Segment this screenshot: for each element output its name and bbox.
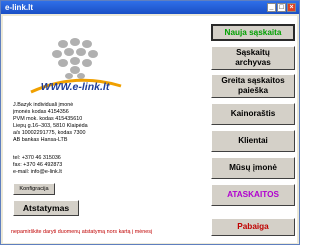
- pabaiga-button[interactable]: Pabaiga: [211, 218, 295, 236]
- maximize-icon[interactable]: □: [277, 3, 286, 12]
- nauja-saskaita-button[interactable]: Nauja sąskaita: [211, 24, 295, 41]
- klientai-button[interactable]: Klientai: [211, 130, 295, 152]
- kainorastis-button[interactable]: Kainoraštis: [211, 103, 295, 125]
- main-panel: WWW.e-link.lt J.Bazyk individuali įmonė …: [3, 16, 297, 243]
- company-info: J.Bazyk individuali įmonė įmonės kodas 4…: [13, 102, 88, 143]
- minimize-icon[interactable]: _: [267, 3, 276, 12]
- app-window: e-link.lt _ □ × WWW.e-link.lt J.Bazyk in…: [0, 0, 300, 245]
- saskaitu-archyvas-button[interactable]: Sąskaitų archyvas: [211, 46, 295, 70]
- title-bar: e-link.lt _ □ ×: [1, 1, 299, 14]
- close-icon[interactable]: ×: [287, 3, 296, 12]
- ataskaitos-button[interactable]: ATASKAITOS: [211, 184, 295, 206]
- contact-info: tel: +370 46 315036 fax: +370 46 492873 …: [13, 155, 63, 175]
- company-logo: WWW.e-link.lt: [30, 38, 122, 94]
- logo-globe-icon: [52, 38, 98, 79]
- backup-reminder: nepamirškite daryti duomenų atstatymą no…: [11, 229, 153, 235]
- greita-paieska-button[interactable]: Greita sąskaitos paieška: [211, 74, 295, 98]
- musu-imone-button[interactable]: Mūsų įmonė: [211, 157, 295, 179]
- logo-text: WWW.e-link.lt: [41, 81, 110, 93]
- konfiguracija-button[interactable]: Konfigracija: [13, 183, 55, 195]
- window-title: e-link.lt: [5, 3, 34, 12]
- atstatymas-button[interactable]: Atstatymas: [13, 200, 79, 216]
